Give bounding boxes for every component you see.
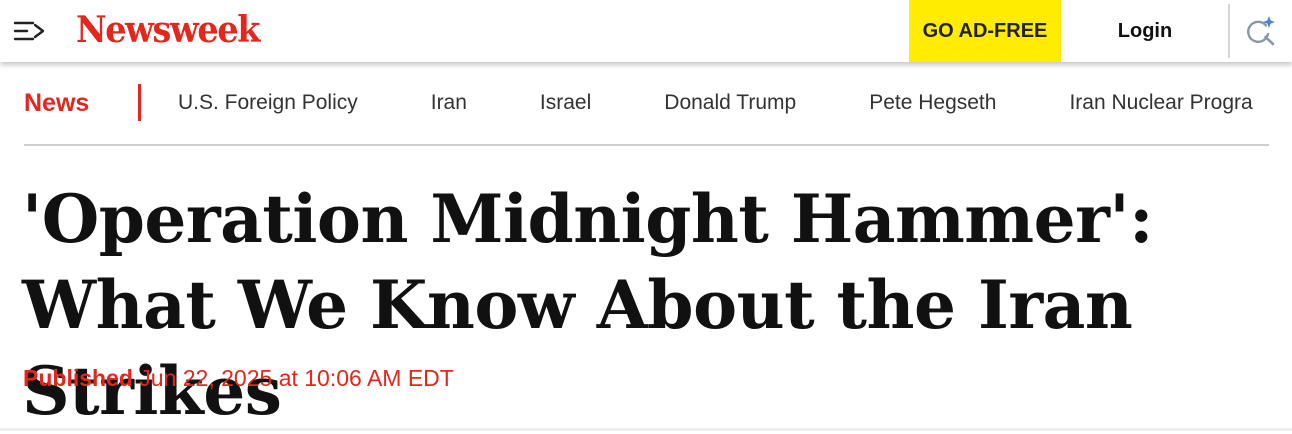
ai-search-icon[interactable] [1244,15,1278,47]
published-label: Published [23,365,133,391]
topic-link-us-foreign-policy[interactable]: U.S. Foreign Policy [178,90,358,116]
topic-link-iran[interactable]: Iran [431,90,467,116]
login-button[interactable]: Login [1061,0,1229,62]
go-ad-free-button[interactable]: GO AD-FREE [909,0,1061,62]
topic-link-iran-nuclear-program[interactable]: Iran Nuclear Progra [1069,90,1252,116]
section-link-news[interactable]: News [24,88,89,118]
published-date: Jun 22, 2025 at 10:06 AM EDT [139,365,454,391]
publish-info: Published Jun 22, 2025 at 10:06 AM EDT [23,364,454,392]
article-headline: 'Operation Midnight Hammer': What We Kno… [22,180,1153,430]
topic-list: U.S. Foreign Policy Iran Israel Donald Trum… [178,90,1269,116]
topic-navigation: News U.S. Foreign Policy Iran Israel Donald… [24,62,1269,146]
topic-link-israel[interactable]: Israel [540,90,591,116]
site-header: Newsweek GO AD-FREE Login [0,0,1292,62]
section-divider [138,84,141,121]
topic-link-donald-trump[interactable]: Donald Trump [664,90,796,116]
newsweek-logo[interactable]: Newsweek [76,8,260,52]
topic-link-pete-hegseth[interactable]: Pete Hegseth [869,90,996,116]
header-divider [1228,4,1230,58]
menu-arrow-icon[interactable] [12,17,48,45]
